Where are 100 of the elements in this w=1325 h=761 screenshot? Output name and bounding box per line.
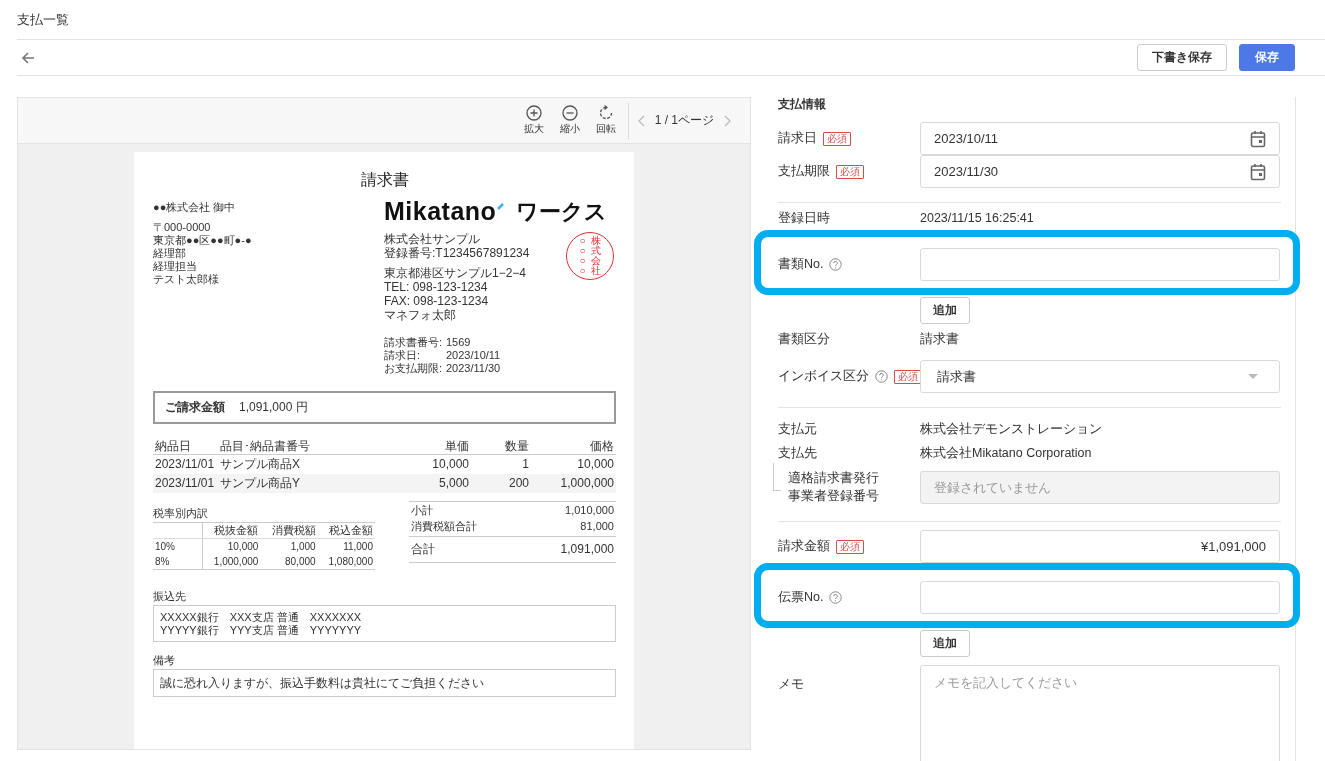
table-cell: 5,000	[381, 474, 471, 493]
stamp-text: 株式会社	[590, 236, 601, 276]
field-label: 請求金額	[778, 538, 830, 555]
field-label: 支払期限	[778, 163, 830, 180]
save-button[interactable]: 保存	[1239, 44, 1295, 71]
field-value: 請求書	[920, 330, 959, 348]
field-label: インボイス区分	[778, 368, 869, 385]
bank-label: 振込先	[153, 590, 187, 603]
summary-value: 1,010,000	[565, 503, 614, 518]
rotate-button[interactable]: 回転	[587, 105, 624, 136]
meta-label: 請求日:	[384, 349, 422, 362]
field-label: 支払先	[778, 444, 817, 462]
calendar-icon	[1250, 162, 1266, 181]
recipient-name: ●●株式会社 御中	[153, 201, 237, 214]
summary-value: 1,091,000	[560, 541, 614, 558]
help-icon[interactable]	[829, 258, 843, 271]
total-value: 1,091,000 円	[239, 401, 308, 414]
issuer-line: FAX: 098-123-1234	[384, 294, 489, 308]
help-icon[interactable]	[829, 591, 843, 604]
rotate-icon	[597, 105, 614, 121]
memo-field[interactable]: メモを記入してください	[920, 665, 1280, 761]
notes-text: 誠に恐れ入りますが、振込手数料は貴社にてご負担ください	[153, 669, 616, 697]
caret-down-icon	[1248, 373, 1258, 380]
back-arrow-icon[interactable]	[20, 49, 36, 66]
tax-breakdown-title: 税率別内訳	[153, 507, 209, 520]
meta-value: 1569	[446, 336, 471, 349]
column-header: 税込金額	[317, 523, 375, 539]
issuer-line: 東京都港区サンプル1−2−4	[384, 266, 527, 280]
table-cell-text: 1	[521, 456, 530, 473]
table-cell-text: 1,080,000	[327, 555, 374, 569]
summary-label: 合計	[411, 541, 435, 558]
section-title: 支払情報	[778, 97, 827, 112]
field-label: メモ	[778, 676, 804, 693]
disabled-field: 登録されていません	[920, 470, 1280, 504]
amount-input[interactable]: ¥1,091,000	[920, 530, 1280, 563]
table-cell: サンプル商品Y	[218, 474, 381, 493]
required-badge: 必須	[836, 164, 864, 179]
zoom-out-icon	[561, 105, 578, 121]
invoice-title: 請求書	[359, 170, 410, 190]
add-button[interactable]: 追加	[920, 297, 970, 324]
field-label: 事業者登録番号	[788, 488, 879, 505]
logo: Mikatano ワークス	[384, 198, 609, 224]
bank-account-line: XXXXX銀行 XXX支店 普通 XXXXXXX	[160, 611, 363, 624]
zoom-in-button[interactable]: 拡大	[515, 105, 552, 136]
zoom-out-button[interactable]: 縮小	[551, 105, 588, 136]
column-header: 価格	[531, 438, 616, 455]
meta-label: お支払期限:	[384, 362, 444, 375]
table-cell: 10%	[153, 539, 203, 554]
select-field[interactable]: 請求書	[920, 360, 1280, 393]
field-label: 書類区分	[778, 330, 830, 348]
summary-value: 81,000	[580, 519, 614, 534]
total-label: ご請求金額	[165, 401, 225, 414]
column-header: 単価	[381, 438, 471, 455]
bank-account-line: YYYYY銀行 YYY支店 普通 YYYYYYY	[160, 624, 363, 637]
column-header: 税抜金額	[203, 523, 261, 539]
help-icon[interactable]	[875, 370, 888, 383]
meta-value: 2023/11/30	[446, 362, 501, 375]
page-indicator: 1 / 1ページ	[654, 112, 714, 129]
table-cell-text: 10,000	[226, 540, 260, 554]
date-field[interactable]: 2023/11/30	[920, 155, 1280, 188]
zoom-in-icon	[525, 105, 542, 121]
notes-label: 備考	[153, 654, 176, 667]
tree-line	[773, 463, 781, 491]
table-cell: 200	[471, 474, 531, 493]
field-label: 伝票No.	[778, 589, 824, 606]
text-input[interactable]	[920, 248, 1280, 281]
field-label: 適格請求書発行	[788, 470, 879, 487]
table-cell: 2023/11/01	[153, 474, 218, 493]
date-field[interactable]: 2023/10/11	[920, 122, 1280, 155]
chevron-left-icon[interactable]	[636, 114, 647, 127]
table-cell-text: 10,000	[576, 456, 615, 473]
table-cell-text: 11,000	[342, 540, 374, 554]
column-header: 数量	[471, 438, 531, 455]
table-cell: 1,000,000	[531, 474, 616, 493]
table-cell-text: 1,000	[289, 540, 317, 554]
field-label: 登録日時	[778, 209, 830, 227]
address-line: 経理部	[153, 247, 186, 260]
calendar-icon	[1250, 129, 1266, 148]
summary-label: 小計	[411, 503, 433, 518]
add-button[interactable]: 追加	[920, 630, 970, 657]
table-cell-text: 10,000	[431, 456, 470, 473]
draft-save-button[interactable]: 下書き保存	[1137, 44, 1227, 71]
table-cell-text: 1,000,000	[212, 555, 260, 569]
chevron-right-icon[interactable]	[722, 114, 732, 127]
column-header: 消費税額	[260, 523, 318, 539]
table-cell: 8%	[153, 554, 203, 569]
column-header: 品目･納品書番号	[218, 438, 381, 455]
issuer-line: マネフォ太郎	[384, 308, 456, 322]
meta-label: 請求書番号:	[384, 336, 444, 349]
address-line: テスト太郎様	[153, 273, 219, 286]
field-label: 書類No.	[778, 256, 824, 273]
text-input[interactable]	[920, 581, 1280, 614]
field-value: 株式会社デモンストレーション	[920, 420, 1102, 438]
address-line: 〒000-0000	[153, 221, 211, 234]
field-value: 2023/11/15 16:25:41	[920, 211, 1034, 225]
column-header: 納品日	[153, 438, 218, 455]
field-label: 支払元	[778, 420, 817, 438]
page-title: 支払一覧	[17, 11, 69, 29]
summary-label: 消費税額合計	[411, 519, 477, 534]
table-cell-text: 2023/11/01	[154, 456, 216, 473]
